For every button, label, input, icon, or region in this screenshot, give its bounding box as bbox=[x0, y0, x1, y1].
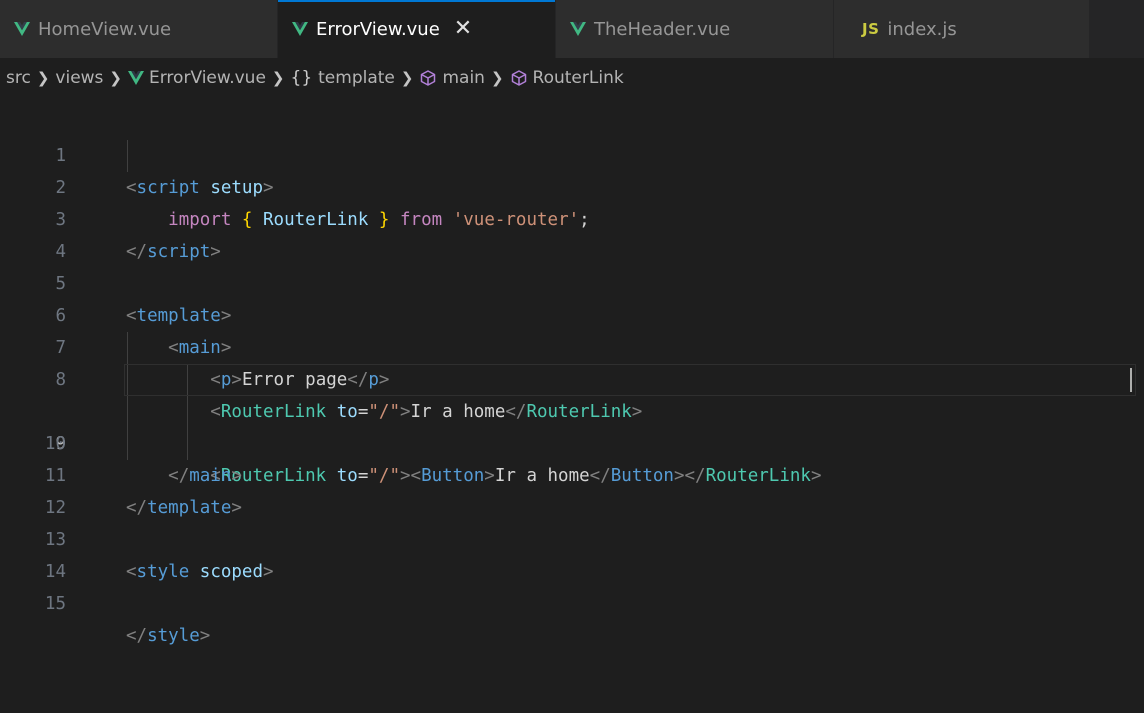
breadcrumb: src ❯ views ❯ ErrorView.vue ❯ {} templat… bbox=[0, 58, 1144, 98]
chevron-right-icon: ❯ bbox=[271, 69, 285, 87]
chevron-right-icon: ❯ bbox=[400, 69, 414, 87]
line-number: 15 bbox=[44, 594, 66, 614]
breadcrumb-item-routerlink[interactable]: RouterLink bbox=[510, 68, 624, 88]
breadcrumb-item-label: RouterLink bbox=[532, 68, 624, 88]
tab-errorview[interactable]: ErrorView.vue ✕ bbox=[278, 0, 556, 58]
breadcrumb-item-views[interactable]: views bbox=[55, 68, 103, 88]
breadcrumb-item-file[interactable]: ErrorView.vue bbox=[128, 68, 266, 88]
code-line: 12 bbox=[0, 460, 1144, 518]
code-line: 13 <style scoped> bbox=[0, 492, 1144, 582]
tab-bar: HomeView.vue ErrorView.vue ✕ TheHeader.v… bbox=[0, 0, 1144, 58]
vue-icon bbox=[570, 22, 586, 36]
code-line: 8 <RouterLink to="/">Ir a home</RouterLi… bbox=[0, 332, 1144, 422]
tab-index-js[interactable]: JS index.js bbox=[834, 0, 1090, 58]
tab-homeview[interactable]: HomeView.vue bbox=[0, 0, 278, 58]
code-line: 15 </style> bbox=[0, 556, 1144, 646]
code-line: 14 bbox=[0, 524, 1144, 582]
tab-label: TheHeader.vue bbox=[594, 18, 731, 40]
tab-label: HomeView.vue bbox=[38, 18, 172, 40]
vue-icon bbox=[14, 22, 30, 36]
code-line: 3 </script> bbox=[0, 172, 1144, 262]
breadcrumb-item-main[interactable]: main bbox=[419, 68, 485, 88]
vue-icon bbox=[128, 71, 144, 85]
text-cursor bbox=[1130, 368, 1132, 392]
chevron-right-icon: ❯ bbox=[490, 69, 504, 87]
code-line: 7 <p>Error page</p> bbox=[0, 300, 1144, 390]
js-icon: JS bbox=[862, 20, 880, 38]
chevron-right-icon: ❯ bbox=[36, 69, 50, 87]
code-line: 2 import { RouterLink } from 'vue-router… bbox=[0, 140, 1144, 230]
code-line-current: 9 <RouterLink to="/"><Button>Ir a home</… bbox=[0, 364, 1144, 486]
code-editor[interactable]: 1 <script setup> 2 import { RouterLink }… bbox=[0, 98, 1144, 713]
code-line: 4 bbox=[0, 204, 1144, 262]
chevron-right-icon: ❯ bbox=[109, 69, 122, 87]
current-line-highlight bbox=[124, 364, 1136, 396]
breadcrumb-item-label: ErrorView.vue bbox=[149, 68, 266, 88]
tab-bar-empty bbox=[1090, 0, 1144, 58]
breadcrumb-item-src[interactable]: src bbox=[6, 68, 31, 88]
tab-label: ErrorView.vue bbox=[316, 18, 440, 40]
line-content: </style> bbox=[126, 626, 211, 646]
breadcrumb-item-label: main bbox=[442, 68, 485, 88]
code-line: 6 <main> bbox=[0, 268, 1144, 358]
tab-theheader[interactable]: TheHeader.vue bbox=[556, 0, 834, 58]
code-line: 10 </main> bbox=[0, 396, 1144, 486]
code-line: 11 </template> bbox=[0, 428, 1144, 518]
code-line: 1 <script setup> bbox=[0, 108, 1144, 198]
tab-label: index.js bbox=[887, 18, 957, 40]
vue-icon bbox=[292, 22, 308, 36]
cube-icon bbox=[421, 70, 436, 86]
code-line: 5 <template> bbox=[0, 236, 1144, 326]
close-icon[interactable]: ✕ bbox=[454, 18, 472, 40]
cube-icon bbox=[511, 70, 526, 86]
breadcrumb-item-template[interactable]: {} template bbox=[291, 68, 395, 88]
breadcrumb-item-label: template bbox=[318, 68, 395, 88]
braces-icon: {} bbox=[290, 68, 313, 88]
